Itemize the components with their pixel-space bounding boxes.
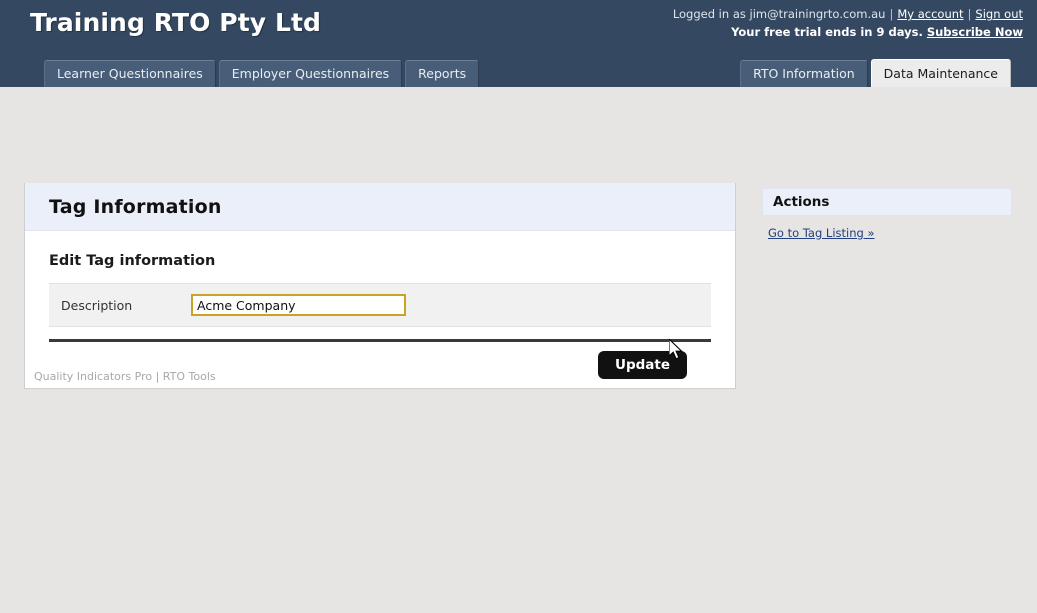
logged-in-label: Logged in as (672, 7, 750, 21)
description-label: Description (61, 297, 133, 313)
panel-title-bar: Tag Information (25, 183, 735, 231)
my-account-link[interactable]: My account (897, 7, 963, 21)
content-panel: Tag Information Edit Tag information Des… (24, 183, 736, 389)
update-button[interactable]: Update (597, 351, 687, 379)
go-to-tag-listing-link[interactable]: Go to Tag Listing » (768, 226, 875, 240)
tab-employer-questionnaires[interactable]: Employer Questionnaires (218, 60, 403, 87)
tab-reports[interactable]: Reports (405, 60, 480, 87)
separator: | (889, 7, 894, 21)
panel-body: Edit Tag information Description Update (25, 231, 735, 388)
brand-title: Training RTO Pty Ltd (30, 8, 322, 37)
sign-out-link[interactable]: Sign out (975, 7, 1023, 21)
user-email: jim@trainingrto.com.au (749, 7, 886, 21)
actions-panel-header: Actions (762, 188, 1012, 216)
secondary-nav-tabs: RTO Information Data Maintenance (740, 59, 1011, 87)
tab-data-maintenance[interactable]: Data Maintenance (870, 59, 1011, 87)
actions-sidebar: Actions Go to Tag Listing » (762, 188, 1012, 241)
tab-rto-information[interactable]: RTO Information (740, 60, 868, 87)
primary-nav-tabs: Learner Questionnaires Employer Question… (44, 60, 480, 87)
logged-in-status: Logged in as jim@trainingrto.com.au | My a… (673, 7, 1023, 21)
trial-notice: Your free trial ends in 9 days. Subscrib… (731, 25, 1023, 39)
actions-title: Actions (773, 194, 830, 210)
separator: | (967, 7, 972, 21)
top-header-bar: Training RTO Pty Ltd Logged in as jim@tr… (0, 0, 1037, 87)
section-heading: Edit Tag information (49, 253, 216, 269)
description-form-row: Description (49, 283, 711, 327)
page-title: Tag Information (49, 195, 222, 218)
description-input[interactable] (191, 294, 406, 316)
footer-text: Quality Indicators Pro | RTO Tools (34, 370, 216, 383)
subscribe-now-link[interactable]: Subscribe Now (927, 25, 1023, 39)
trial-text: Your free trial ends in 9 days. (731, 25, 923, 39)
tab-learner-questionnaires[interactable]: Learner Questionnaires (44, 60, 216, 87)
